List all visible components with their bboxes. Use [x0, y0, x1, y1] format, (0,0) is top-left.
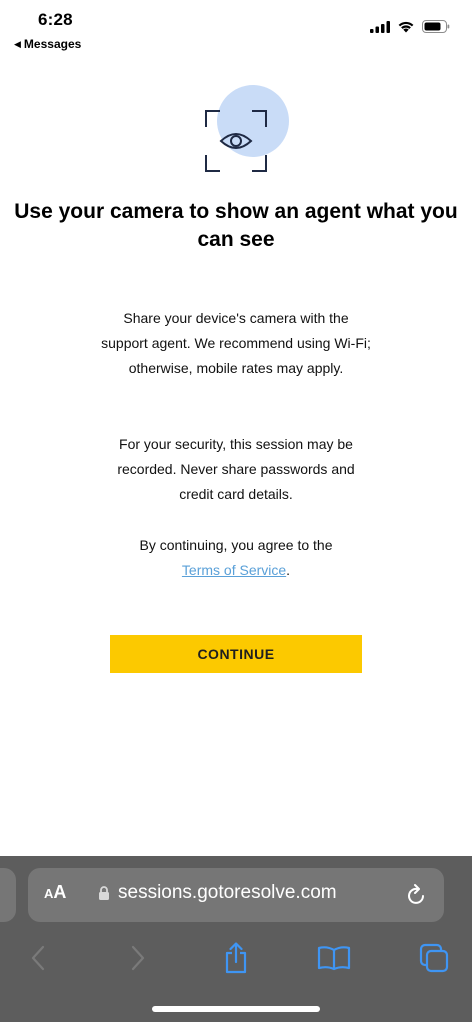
reader-text-size-button[interactable]: AA: [44, 882, 66, 903]
back-icon[interactable]: [20, 940, 56, 976]
status-time: 6:28: [38, 10, 73, 29]
back-triangle-icon: ◀: [14, 38, 21, 49]
terms-suffix: .: [286, 562, 291, 578]
terms-of-service-link[interactable]: Terms of Service: [182, 562, 286, 578]
tabs-icon[interactable]: [416, 940, 452, 976]
status-bar: 6:28 ◀ Messages: [0, 0, 472, 56]
terms-paragraph: By continuing, you agree to the Terms of…: [100, 533, 372, 583]
camera-eye-icon: [197, 85, 293, 175]
wifi-icon: [397, 20, 415, 38]
back-app-label: Messages: [23, 37, 82, 51]
browser-nav-row: [0, 940, 472, 976]
previous-tab-peek[interactable]: [0, 868, 16, 922]
cellular-signal-icon: [370, 20, 390, 38]
lock-icon: [98, 885, 110, 906]
back-to-messages[interactable]: ◀ Messages: [14, 37, 81, 51]
address-bar[interactable]: AA sessions.gotoresolve.com: [28, 868, 444, 922]
browser-toolbar: AA sessions.gotoresolve.com: [0, 856, 472, 1022]
status-icons: [370, 20, 450, 38]
battery-icon: [422, 20, 450, 38]
continue-button[interactable]: CONTINUE: [110, 635, 362, 673]
reload-icon[interactable]: [406, 883, 428, 912]
terms-prefix: By continuing, you agree to the: [139, 537, 333, 553]
camera-share-paragraph: Share your device's camera with the supp…: [101, 310, 371, 376]
bookmarks-icon[interactable]: [316, 940, 352, 976]
security-paragraph: For your security, this session may be r…: [117, 436, 355, 502]
forward-icon[interactable]: [120, 940, 156, 976]
url-text[interactable]: sessions.gotoresolve.com: [118, 882, 337, 904]
home-indicator[interactable]: [152, 1006, 320, 1012]
share-icon[interactable]: [218, 940, 254, 976]
page-title: Use your camera to show an agent what yo…: [14, 200, 458, 251]
